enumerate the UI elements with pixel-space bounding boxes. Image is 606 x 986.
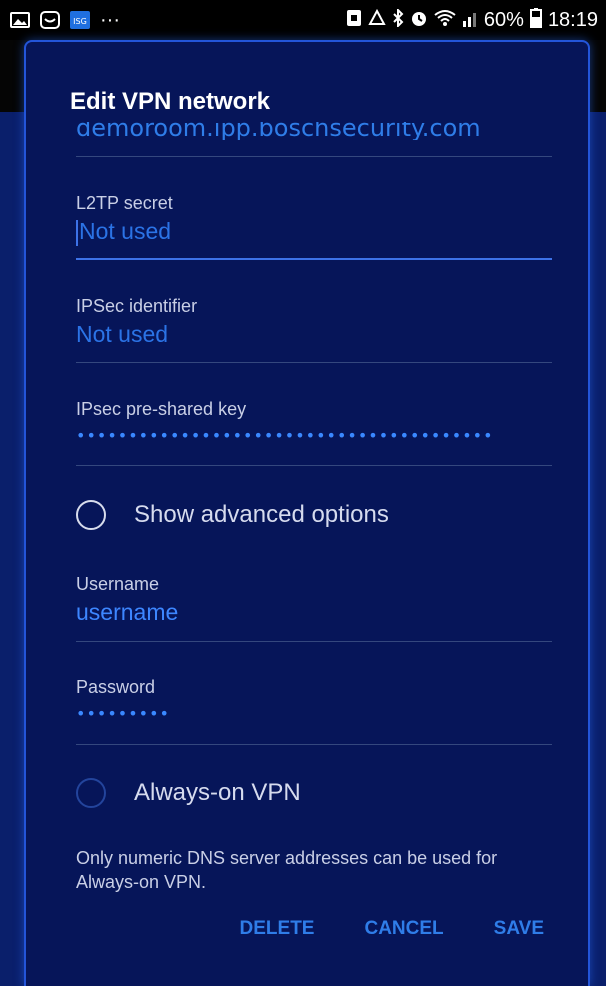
- always-on-vpn-checkbox[interactable]: Always-on VPN: [76, 778, 552, 808]
- dialog-title: Edit VPN network: [70, 88, 271, 115]
- radio-label: Always-on VPN: [134, 779, 301, 806]
- ipsec-identifier-field[interactable]: IPSec identifier Not used: [76, 296, 552, 348]
- wifi-icon: [434, 9, 456, 32]
- divider: [76, 156, 552, 157]
- more-notifications-icon: ···: [100, 8, 120, 31]
- field-value[interactable]: Not used: [76, 218, 552, 246]
- field-value[interactable]: Not used: [76, 321, 552, 348]
- sim-icon: [346, 9, 362, 32]
- radio-icon[interactable]: [76, 500, 106, 530]
- battery-percent: 60%: [483, 8, 524, 31]
- field-value[interactable]: •••••••••: [76, 704, 552, 723]
- show-advanced-checkbox[interactable]: Show advanced options: [76, 500, 552, 530]
- cancel-button[interactable]: CANCEL: [364, 918, 443, 940]
- clock: 18:19: [547, 8, 598, 31]
- password-field[interactable]: Password •••••••••: [76, 677, 552, 723]
- recycle-icon: [368, 8, 386, 32]
- username-field[interactable]: Username username: [76, 574, 552, 626]
- divider: [76, 465, 552, 466]
- field-label: IPSec identifier: [76, 296, 198, 316]
- always-on-note: Only numeric DNS server addresses can be…: [76, 848, 498, 892]
- field-value[interactable]: username: [76, 599, 552, 626]
- divider: [76, 744, 552, 745]
- text-cursor: [76, 219, 78, 246]
- field-value[interactable]: ••••••••••••••••••••••••••••••••••••••••: [76, 426, 552, 445]
- server-address-value[interactable]: demoroom.ipp.boschsecurity.com: [76, 122, 481, 140]
- smile-app-icon: [40, 11, 60, 29]
- edit-vpn-dialog: Edit VPN network demoroom.ipp.boschsecur…: [24, 40, 590, 986]
- alarm-icon: [410, 9, 428, 32]
- delete-button[interactable]: DELETE: [240, 918, 315, 940]
- l2tp-secret-field[interactable]: L2TP secret Not used: [76, 193, 552, 246]
- field-label: L2TP secret: [76, 193, 173, 213]
- divider: [76, 258, 552, 260]
- gallery-icon: [10, 11, 30, 29]
- svg-text:ISG: ISG: [73, 17, 87, 26]
- dialog-actions: DELETE CANCEL SAVE: [240, 918, 544, 940]
- signal-icon: [462, 9, 478, 32]
- save-button[interactable]: SAVE: [494, 918, 544, 940]
- field-label: Password: [76, 677, 156, 697]
- ipsec-psk-field[interactable]: IPsec pre-shared key •••••••••••••••••••…: [76, 399, 552, 445]
- field-label: Username: [76, 574, 160, 594]
- battery-icon: [529, 7, 542, 33]
- bluetooth-icon: [392, 7, 404, 32]
- field-label: IPsec pre-shared key: [76, 399, 247, 419]
- isg-app-icon: ISG: [70, 11, 90, 29]
- divider: [76, 641, 552, 642]
- radio-label: Show advanced options: [134, 501, 389, 528]
- divider: [76, 362, 552, 363]
- status-bar: ISG ··· 60% 18:19: [0, 0, 606, 40]
- radio-icon[interactable]: [76, 778, 106, 808]
